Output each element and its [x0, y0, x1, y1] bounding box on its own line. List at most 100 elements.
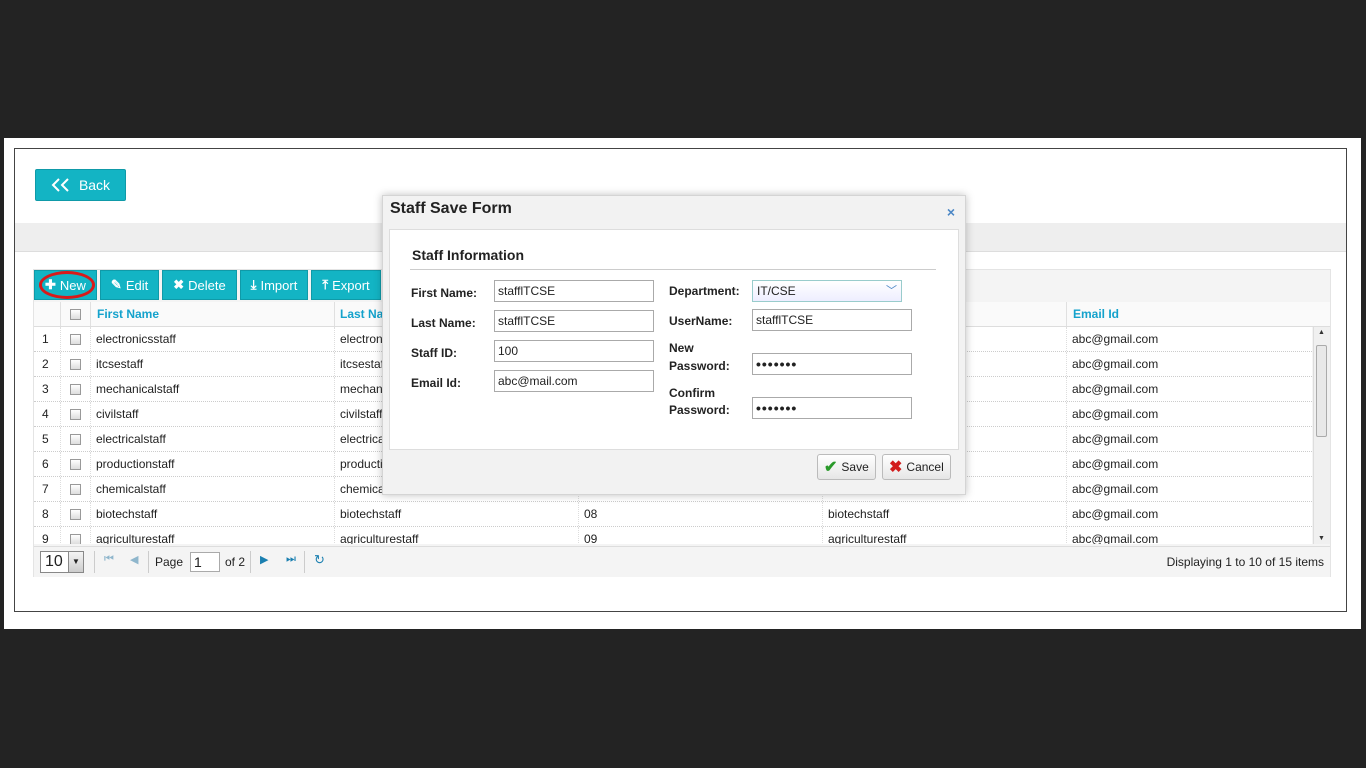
email-id-field[interactable]: abc@mail.com — [494, 370, 654, 392]
double-chevron-left-icon — [51, 178, 69, 192]
cell-email-id: abc@gmail.com — [1066, 477, 1312, 501]
export-button-label: Export — [332, 277, 370, 293]
cell-email-id: abc@gmail.com — [1066, 377, 1312, 401]
scroll-thumb[interactable] — [1316, 345, 1327, 437]
department-select[interactable]: IT/CSE ﹀ — [752, 280, 902, 302]
back-button[interactable]: Back — [35, 169, 126, 201]
department-value: IT/CSE — [757, 284, 796, 298]
row-checkbox[interactable] — [70, 333, 81, 345]
page-number-input[interactable]: 1 — [190, 552, 220, 572]
grid-pager: 10 ▼ ⏮ ◀ Page 1 of 2 ▶ ⏭ ↻ Displaying 1 … — [34, 546, 1330, 577]
scroll-up-icon[interactable]: ▲ — [1318, 329, 1325, 336]
grid-toolbar: ✚ New ✎ Edit ✖ Delete ⤓ Import ⤒ Export — [34, 270, 381, 300]
chevron-down-icon[interactable]: ▼ — [68, 552, 83, 572]
column-header-first-name[interactable]: First Name — [90, 302, 334, 326]
chevron-down-icon[interactable]: ﹀ — [886, 281, 897, 301]
cell-email-id: abc@gmail.com — [1066, 527, 1312, 544]
row-checkbox-cell[interactable] — [60, 427, 90, 451]
pager-divider — [250, 551, 251, 573]
cell-staff-id: 09 — [578, 527, 822, 544]
new-password-field[interactable]: ••••••• — [752, 353, 912, 375]
cell-first-name: civilstaff — [90, 402, 334, 426]
row-checkbox-cell[interactable] — [60, 377, 90, 401]
new-button-label: New — [59, 277, 86, 293]
cell-email-id: abc@gmail.com — [1066, 452, 1312, 476]
pager-divider — [148, 551, 149, 573]
select-all-checkbox[interactable] — [70, 308, 81, 320]
page-size-select[interactable]: 10 ▼ — [40, 551, 84, 573]
username-field[interactable]: stafflTCSE — [752, 309, 912, 331]
staff-id-field[interactable]: 100 — [494, 340, 654, 362]
cell-last-name: agriculturestaff — [334, 527, 578, 544]
page-label: Page — [155, 555, 184, 569]
edit-icon: ✎ — [110, 277, 122, 292]
import-button[interactable]: ⤓ Import — [239, 270, 309, 300]
row-checkbox[interactable] — [70, 408, 81, 420]
last-page-icon[interactable]: ⏭ — [286, 553, 296, 566]
department-label: Department: — [669, 284, 740, 298]
row-checkbox-cell[interactable] — [60, 527, 90, 544]
vertical-scrollbar[interactable]: ▲ ▼ — [1313, 327, 1330, 544]
row-checkbox-cell[interactable] — [60, 352, 90, 376]
cancel-button-label: Cancel — [906, 460, 944, 474]
prev-page-icon[interactable]: ◀ — [130, 553, 138, 566]
import-icon: ⤓ — [250, 277, 257, 292]
row-checkbox[interactable] — [70, 383, 81, 395]
row-checkbox[interactable] — [70, 433, 81, 445]
row-number: 2 — [42, 357, 49, 371]
row-checkbox[interactable] — [70, 458, 81, 470]
cell-first-name: agriculturestaff — [90, 527, 334, 544]
row-checkbox-cell[interactable] — [60, 402, 90, 426]
first-page-icon[interactable]: ⏮ — [104, 553, 114, 566]
column-header-email-id[interactable]: Email Id — [1066, 302, 1312, 326]
row-checkbox[interactable] — [70, 533, 81, 544]
row-checkbox-cell[interactable] — [60, 477, 90, 501]
cell-first-name: biotechstaff — [90, 502, 334, 526]
new-button[interactable]: ✚ New — [34, 270, 97, 300]
cell-first-name: productionstaff — [90, 452, 334, 476]
table-row[interactable]: 9 agriculturestaff agriculturestaff 09 agric… — [34, 527, 1312, 544]
pager-divider — [304, 551, 305, 573]
page-count-label: of 2 — [225, 555, 246, 569]
cell-last-name: biotechstaff — [334, 502, 578, 526]
cancel-button[interactable]: ✖ Cancel — [882, 454, 951, 480]
row-checkbox[interactable] — [70, 483, 81, 495]
cell-email-id: abc@gmail.com — [1066, 427, 1312, 451]
cell-email-id: abc@gmail.com — [1066, 327, 1312, 351]
row-number: 5 — [42, 432, 49, 446]
cell-first-name: electricalstaff — [90, 427, 334, 451]
first-name-field[interactable]: stafflTCSE — [494, 280, 654, 302]
cell-first-name: mechanicalstaff — [90, 377, 334, 401]
export-icon: ⤒ — [322, 277, 329, 292]
row-checkbox-cell[interactable] — [60, 452, 90, 476]
row-checkbox-cell[interactable] — [60, 327, 90, 351]
edit-button[interactable]: ✎ Edit — [99, 270, 160, 300]
cell-email-id: abc@gmail.com — [1066, 402, 1312, 426]
row-number: 7 — [42, 482, 49, 496]
row-checkbox-cell[interactable] — [60, 502, 90, 526]
staff-save-dialog: Staff Save Form × Staff Information Firs… — [382, 195, 966, 495]
refresh-icon[interactable]: ↻ — [314, 552, 325, 568]
last-name-field[interactable]: stafflTCSE — [494, 310, 654, 332]
row-checkbox[interactable] — [70, 508, 81, 520]
scroll-down-icon[interactable]: ▼ — [1318, 535, 1325, 542]
confirm-password-label-line1: Confirm — [669, 386, 715, 400]
delete-button[interactable]: ✖ Delete — [162, 270, 237, 300]
edit-button-label: Edit — [125, 277, 149, 293]
first-name-label: First Name: — [411, 286, 478, 300]
cell-staff-id: 08 — [578, 502, 822, 526]
row-number: 3 — [42, 382, 49, 396]
row-number: 4 — [42, 407, 49, 421]
save-button[interactable]: ✔ Save — [817, 454, 876, 480]
close-icon[interactable]: × — [947, 204, 955, 220]
dialog-body: Staff Information First Name: stafflTCSE… — [389, 229, 959, 450]
next-page-icon[interactable]: ▶ — [260, 553, 268, 566]
confirm-password-field[interactable]: ••••••• — [752, 397, 912, 419]
export-button[interactable]: ⤒ Export — [311, 270, 381, 300]
row-checkbox[interactable] — [70, 358, 81, 370]
plus-icon: ✚ — [45, 277, 56, 292]
select-all-checkbox-cell[interactable] — [60, 302, 90, 326]
cell-first-name: itcsestaff — [90, 352, 334, 376]
table-row[interactable]: 8 biotechstaff biotechstaff 08 biotechstaff a… — [34, 502, 1312, 527]
section-title: Staff Information — [412, 247, 524, 263]
